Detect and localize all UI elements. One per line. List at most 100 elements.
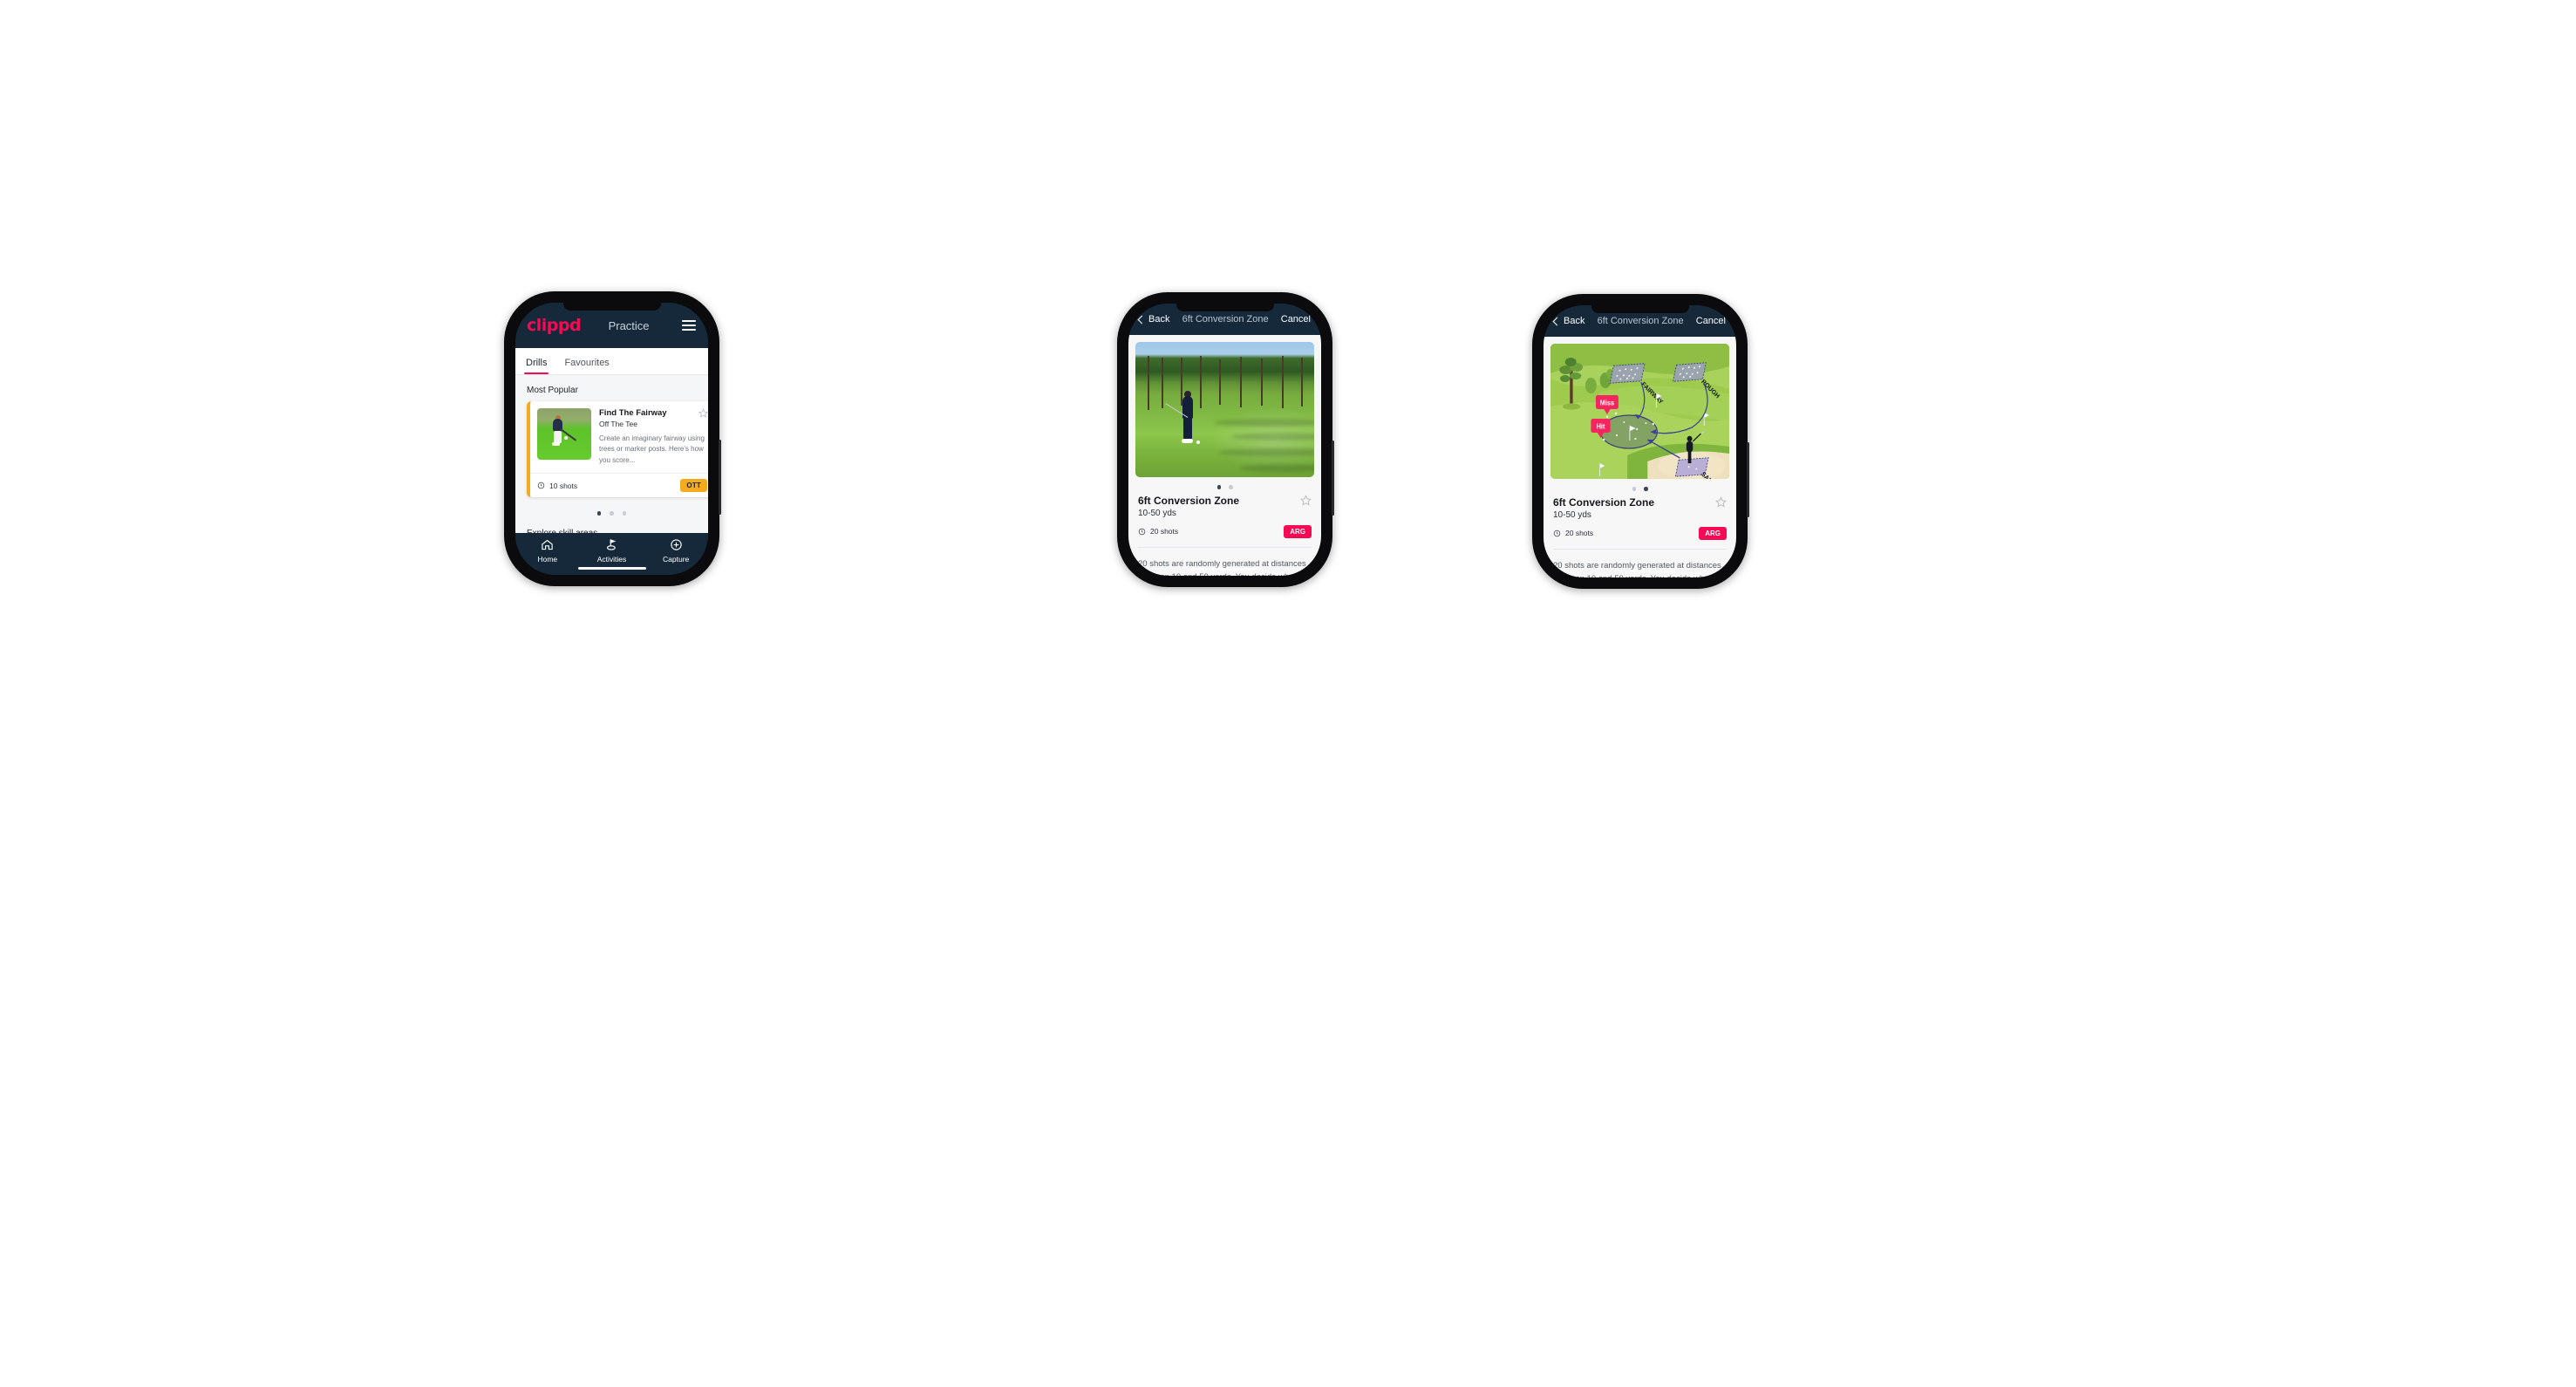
drill-card-top: Find The Fairway Off The Tee Create an i… [530, 401, 708, 473]
clock-icon [537, 482, 545, 489]
tab-activities[interactable]: Activities [580, 538, 644, 564]
content-scroll[interactable]: Most Popular Find The Fairway Off The Te… [515, 375, 708, 533]
drill-carousel[interactable]: Find The Fairway Off The Tee Create an i… [515, 401, 708, 499]
media-dots [1128, 477, 1321, 489]
detail-body: 6ft Conversion Zone 10-50 yds 20 shots A… [1128, 335, 1321, 576]
skill-badge-ott: OTT [680, 479, 707, 493]
drill-detail: 6ft Conversion Zone 10-50 yds 20 shots A… [1544, 491, 1736, 578]
phone1-notch [562, 303, 661, 311]
drill-title: 6ft Conversion Zone [1138, 494, 1240, 507]
phone3-notch [1591, 305, 1689, 313]
back-button-label: Back [1148, 314, 1170, 325]
home-indicator [1190, 567, 1259, 571]
screenshot-canvas: clippd Practice Drills Favourites Most P… [0, 0, 2576, 1387]
star-outline-icon[interactable] [1300, 494, 1312, 506]
tab-capture-label: Capture [663, 555, 690, 564]
drill-distance: 10-50 yds [1138, 508, 1176, 518]
drill-description: Create an imaginary fairway using trees … [599, 434, 705, 464]
media-carousel[interactable] [1128, 335, 1321, 477]
tab-capture[interactable]: Capture [644, 538, 708, 564]
star-outline-icon[interactable] [1715, 495, 1727, 508]
star-outline-icon[interactable] [699, 408, 708, 418]
drill-shots: 20 shots [1553, 529, 1593, 537]
phone1-screen: clippd Practice Drills Favourites Most P… [515, 303, 708, 575]
carousel-dots [515, 499, 708, 516]
tab-favourites[interactable]: Favourites [564, 358, 609, 374]
drill-title: 6ft Conversion Zone [1553, 495, 1655, 509]
page-title: Practice [608, 318, 650, 332]
drill-shots: 20 shots [1138, 527, 1178, 536]
detail-meta-row: 20 shots ARG [1138, 524, 1312, 538]
drill-card[interactable]: Find The Fairway Off The Tee Create an i… [527, 401, 708, 498]
phone-drill-detail-photo: Back 6ft Conversion Zone Cancel 6ft Conv… [1117, 292, 1334, 587]
home-icon [542, 539, 554, 550]
golf-flag-icon [606, 539, 617, 550]
svg-text:Hit: Hit [1597, 422, 1605, 430]
media-dots [1544, 479, 1736, 491]
golfer-figure [1165, 391, 1200, 445]
drill-subtitle: Off The Tee [599, 420, 637, 428]
drill-title: Find The Fairway [599, 408, 667, 418]
back-button[interactable]: Back [1137, 314, 1170, 325]
phone2-screen: Back 6ft Conversion Zone Cancel 6ft Conv… [1128, 304, 1321, 576]
divider [1553, 548, 1727, 550]
divider [1138, 546, 1312, 548]
phone2-notch [1176, 304, 1274, 311]
phone3-screen: Back 6ft Conversion Zone Cancel FAIRWAY … [1544, 305, 1736, 577]
svg-text:Miss: Miss [1600, 399, 1614, 407]
section-most-popular: Most Popular [527, 386, 578, 395]
drill-card-footer: 10 shots OTT [530, 473, 708, 498]
tab-bar: Drills Favourites [515, 348, 708, 375]
drill-shots-label: 10 shots [549, 481, 578, 490]
back-button[interactable]: Back [1552, 316, 1585, 326]
golf-ball [564, 436, 568, 440]
nav-title: 6ft Conversion Zone [1182, 314, 1269, 325]
drill-shots-label: 20 shots [1565, 529, 1594, 537]
detail-title-row: 6ft Conversion Zone 10-50 yds [1138, 495, 1312, 518]
detail-meta-row: 20 shots ARG [1553, 526, 1727, 540]
drill-description: 20 shots are randomly generated at dista… [1138, 558, 1308, 577]
golf-course-diagram: FAIRWAY ROUGH Miss Hit [1550, 344, 1729, 479]
hamburger-menu-icon[interactable] [682, 320, 696, 331]
tab-drills[interactable]: Drills [523, 358, 549, 374]
section-explore-skill-areas: Explore skill areas [527, 528, 598, 534]
media-carousel[interactable]: FAIRWAY ROUGH Miss Hit [1544, 337, 1736, 479]
drill-shots: 10 shots [537, 482, 577, 490]
cancel-button[interactable]: Cancel [1281, 314, 1311, 325]
phone1-bezel: clippd Practice Drills Favourites Most P… [515, 303, 708, 575]
carousel-dot[interactable] [596, 511, 602, 516]
golf-chip-shot-photo [1135, 342, 1314, 477]
skill-badge-arg: ARG [1284, 524, 1312, 538]
drill-thumbnail [537, 408, 591, 460]
skill-badge-arg: ARG [1699, 526, 1727, 540]
cancel-button[interactable]: Cancel [1696, 316, 1726, 326]
chevron-left-icon [1137, 315, 1147, 324]
plus-circle-icon [670, 539, 682, 550]
home-indicator [577, 566, 646, 570]
phone-practice-list: clippd Practice Drills Favourites Most P… [504, 291, 721, 586]
detail-body: FAIRWAY ROUGH Miss Hit 6ft Conversion Zo… [1544, 337, 1736, 577]
tab-activities-label: Activities [596, 555, 627, 564]
drill-description: 20 shots are randomly generated at dista… [1553, 560, 1723, 578]
home-indicator [1605, 569, 1674, 572]
nav-title: 6ft Conversion Zone [1597, 316, 1684, 326]
phone2-bezel: Back 6ft Conversion Zone Cancel 6ft Conv… [1128, 304, 1321, 576]
drill-shots-label: 20 shots [1150, 527, 1179, 536]
clock-icon [1138, 528, 1146, 535]
back-button-label: Back [1564, 316, 1585, 326]
phone3-bezel: Back 6ft Conversion Zone Cancel FAIRWAY … [1544, 305, 1736, 577]
clippd-logo[interactable]: clippd [527, 316, 582, 335]
drill-diagram[interactable]: FAIRWAY ROUGH Miss Hit [1550, 344, 1729, 479]
chevron-left-icon [1552, 317, 1562, 325]
drill-photo[interactable] [1135, 342, 1314, 477]
carousel-dot[interactable] [610, 511, 614, 516]
drill-distance: 10-50 yds [1553, 509, 1591, 520]
carousel-dot[interactable] [622, 511, 627, 516]
detail-title-row: 6ft Conversion Zone 10-50 yds [1553, 496, 1727, 520]
phone-drill-detail-diagram: Back 6ft Conversion Zone Cancel FAIRWAY … [1532, 294, 1749, 589]
tab-home[interactable]: Home [515, 538, 580, 564]
tab-home-label: Home [537, 555, 558, 564]
drill-detail: 6ft Conversion Zone 10-50 yds 20 shots A… [1128, 489, 1321, 577]
golfer-figure [552, 415, 577, 448]
drill-info: Find The Fairway Off The Tee Create an i… [599, 408, 708, 466]
